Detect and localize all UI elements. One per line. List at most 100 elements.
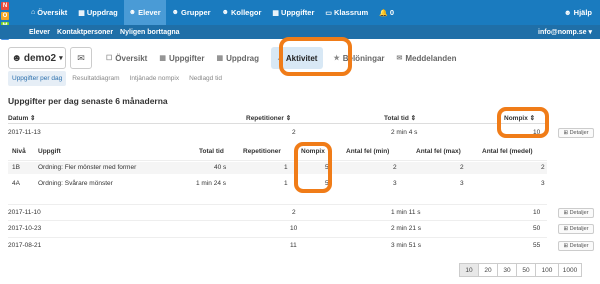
col-niva: Nivå bbox=[12, 148, 26, 155]
details-button[interactable]: ⊞ Detaljer bbox=[558, 208, 594, 218]
highlight-ring-nompix-header bbox=[497, 107, 549, 138]
page-size-1000[interactable]: 1000 bbox=[558, 263, 582, 277]
details-row: 4A Ordning: Svårare mönster 1 min 24 s 1… bbox=[8, 178, 547, 190]
logo-letter: N bbox=[1, 2, 9, 10]
cell-time: 1 min 24 s bbox=[196, 180, 226, 187]
nav-oversikt[interactable]: ⌂ Översikt bbox=[26, 0, 72, 25]
nav-kollegor[interactable]: ☻ Kollegor bbox=[217, 0, 267, 25]
divider bbox=[8, 160, 547, 161]
nav-grupper[interactable]: ☻ Grupper bbox=[167, 0, 216, 25]
table-header: Datum ⇕ Repetitioner ⇕ Total tid ⇕ Nompi… bbox=[8, 112, 547, 124]
page-size-20[interactable]: 20 bbox=[478, 263, 498, 277]
cell-reps: 1 bbox=[284, 180, 288, 187]
tab-meddelanden[interactable]: ✉ Meddelanden bbox=[391, 47, 463, 69]
nav-label: Elever bbox=[138, 8, 161, 17]
cell-reps: 11 bbox=[290, 242, 297, 249]
user-icon: ☻ bbox=[128, 9, 137, 16]
tab-oversikt[interactable]: ☐ Översikt bbox=[100, 47, 153, 69]
caret-icon: ▾ bbox=[588, 29, 592, 36]
divider bbox=[8, 220, 547, 221]
cell-date: 2017-10-23 bbox=[8, 225, 42, 232]
home-icon: ⌂ bbox=[31, 9, 36, 16]
student-selector[interactable]: ☻ demo2 ▾ bbox=[8, 47, 66, 69]
details-header: Nivå Uppgift Total tid Repetitioner Nomp… bbox=[8, 146, 547, 158]
cell-nompix: 50 bbox=[533, 225, 541, 232]
tab-uppdrag[interactable]: ▦ Uppdrag bbox=[211, 47, 266, 69]
nav-label: Klassrum bbox=[334, 8, 369, 17]
table-row: 2017-11-10 2 1 min 11 s 10 ⊞ Detaljer bbox=[8, 207, 594, 219]
cell-err-avg: 3 bbox=[541, 180, 545, 187]
nav-label: Uppdrag bbox=[86, 8, 118, 17]
nav-elever[interactable]: ☻ Elever bbox=[123, 0, 166, 25]
monitor-icon: ▭ bbox=[325, 9, 332, 17]
tab-uppgifter[interactable]: ▦ Uppgifter bbox=[153, 47, 210, 69]
cell-reps: 2 bbox=[292, 129, 296, 136]
tab-label: Meddelanden bbox=[405, 53, 457, 63]
cell-task: Ordning: Svårare mönster bbox=[38, 180, 113, 187]
nav-uppdrag[interactable]: ▦ Uppdrag bbox=[73, 0, 122, 25]
nav-label: Översikt bbox=[37, 8, 68, 17]
notification-count: 0 bbox=[389, 8, 395, 17]
cell-time: 3 min 51 s bbox=[391, 242, 421, 249]
cell-date: 2017-11-10 bbox=[8, 209, 41, 216]
bell-icon: 🔔 bbox=[379, 9, 388, 17]
colleagues-icon: ☻ bbox=[221, 9, 229, 16]
divider bbox=[8, 204, 547, 205]
highlight-ring-nompix-details bbox=[294, 142, 332, 193]
details-button[interactable]: ⊞ Detaljer bbox=[558, 224, 594, 234]
user-icon: ☻ bbox=[563, 8, 572, 17]
subtab-intjanade-nompix[interactable]: Intjänade nompix bbox=[126, 71, 184, 86]
account-menu[interactable]: info@nomp.se ▾ bbox=[538, 25, 592, 39]
grid-icon: ▦ bbox=[159, 55, 166, 62]
cell-nompix: 10 bbox=[533, 209, 541, 216]
col-total-tid[interactable]: Total tid ⇕ bbox=[384, 114, 416, 122]
cell-err-min: 3 bbox=[393, 180, 397, 187]
tab-label: Uppgifter bbox=[168, 53, 205, 63]
subnav-elever[interactable]: Elever bbox=[29, 29, 50, 36]
activity-subtabs: Uppgifter per dag Resultatdiagram Intjän… bbox=[8, 71, 228, 86]
col-repetitioner[interactable]: Repetitioner ⇕ bbox=[246, 114, 291, 122]
nav-klassrum[interactable]: ▭ Klassrum bbox=[320, 0, 373, 25]
page-size-10[interactable]: 10 bbox=[459, 263, 479, 277]
cell-reps: 10 bbox=[290, 225, 298, 232]
nav-label: Kollegor bbox=[230, 8, 262, 17]
subtab-uppgifter-per-dag[interactable]: Uppgifter per dag bbox=[8, 71, 67, 86]
message-button[interactable]: ✉ bbox=[70, 47, 92, 69]
tab-label: Uppdrag bbox=[226, 53, 260, 63]
page-size-30[interactable]: 30 bbox=[497, 263, 517, 277]
col-antal-fel-max: Antal fel (max) bbox=[416, 148, 461, 155]
student-name: demo2 bbox=[23, 52, 57, 64]
nomp-logo[interactable]: N O M P bbox=[0, 0, 17, 40]
subtab-nedlagd-tid[interactable]: Nedlagd tid bbox=[185, 71, 226, 86]
col-antal-fel-min: Antal fel (min) bbox=[346, 148, 390, 155]
details-button[interactable]: ⊞ Detaljer bbox=[558, 241, 594, 251]
cell-level: 1B bbox=[12, 164, 20, 171]
divider bbox=[8, 237, 547, 238]
cell-time: 40 s bbox=[214, 164, 227, 171]
top-navbar: N O M P ⌂Översikt ▦Uppdrag ☻Elever ☻Grup… bbox=[0, 0, 600, 40]
subnav-nyligen-borttagna[interactable]: Nyligen borttagna bbox=[120, 29, 180, 36]
envelope-icon: ✉ bbox=[396, 55, 403, 62]
cell-time: 1 min 11 s bbox=[391, 209, 421, 216]
page-size-50[interactable]: 50 bbox=[516, 263, 536, 277]
grid-icon: ▦ bbox=[216, 55, 224, 62]
cell-reps: 1 bbox=[284, 164, 288, 171]
nav-uppgifter[interactable]: ▦ Uppgifter bbox=[267, 0, 319, 25]
page-size-100[interactable]: 100 bbox=[535, 263, 559, 277]
col-datum[interactable]: Datum ⇕ bbox=[8, 114, 35, 122]
subnav-kontaktpersoner[interactable]: Kontaktpersoner bbox=[57, 29, 113, 36]
page-title: Uppgifter per dag senaste 6 månaderna bbox=[8, 96, 168, 106]
cell-err-min: 2 bbox=[393, 164, 397, 171]
user-icon: ☻ bbox=[11, 52, 22, 64]
col-total-tid: Total tid bbox=[199, 148, 224, 155]
cell-reps: 2 bbox=[292, 209, 296, 216]
subtab-resultatdiagram[interactable]: Resultatdiagram bbox=[68, 71, 123, 86]
grid-icon: ▦ bbox=[78, 9, 85, 17]
help-link[interactable]: ☻ Hjälp bbox=[564, 0, 592, 25]
logo-letter: O bbox=[1, 12, 9, 20]
details-button[interactable]: ⊞ Detaljer bbox=[558, 128, 594, 138]
nav-notifications[interactable]: 🔔 0 bbox=[374, 0, 399, 25]
cell-err-max: 3 bbox=[460, 180, 464, 187]
tab-label: Översikt bbox=[115, 53, 148, 63]
overview-icon: ☐ bbox=[106, 55, 113, 62]
